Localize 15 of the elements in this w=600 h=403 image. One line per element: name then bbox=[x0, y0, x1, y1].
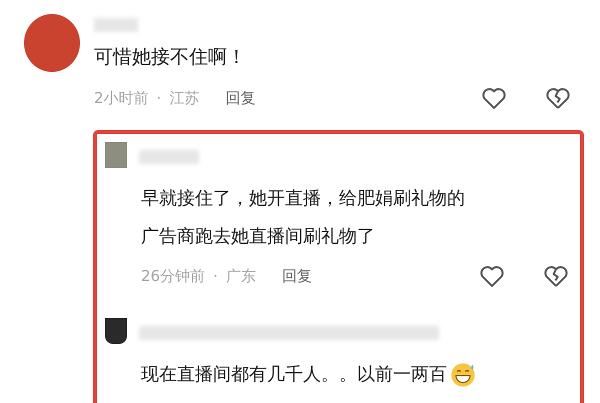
reply-time: 26分钟前 bbox=[141, 266, 206, 286]
comment-time: 2小时前 bbox=[94, 88, 149, 108]
reply-location: 广东 bbox=[226, 266, 256, 286]
comment-text: 可惜她接不住啊！ bbox=[94, 45, 247, 70]
comment-location: 江苏 bbox=[169, 88, 200, 108]
blurred-username bbox=[139, 150, 199, 164]
avatar-placeholder[interactable] bbox=[105, 318, 127, 344]
separator-dot: · bbox=[213, 267, 218, 285]
reply-button[interactable]: 回复 bbox=[225, 88, 256, 108]
reply-button[interactable]: 回复 bbox=[282, 266, 312, 286]
reply-text: 现在直播间都有几千人。。以前一两百 bbox=[105, 356, 580, 394]
reply-text: 早就接住了，她开直播，给肥娟刷礼物的 广告商跑去她直播间刷礼物了 bbox=[140, 187, 466, 249]
sweat-smile-emoji-icon bbox=[449, 361, 477, 389]
blurred-username bbox=[94, 18, 138, 32]
separator-dot: · bbox=[156, 89, 162, 107]
